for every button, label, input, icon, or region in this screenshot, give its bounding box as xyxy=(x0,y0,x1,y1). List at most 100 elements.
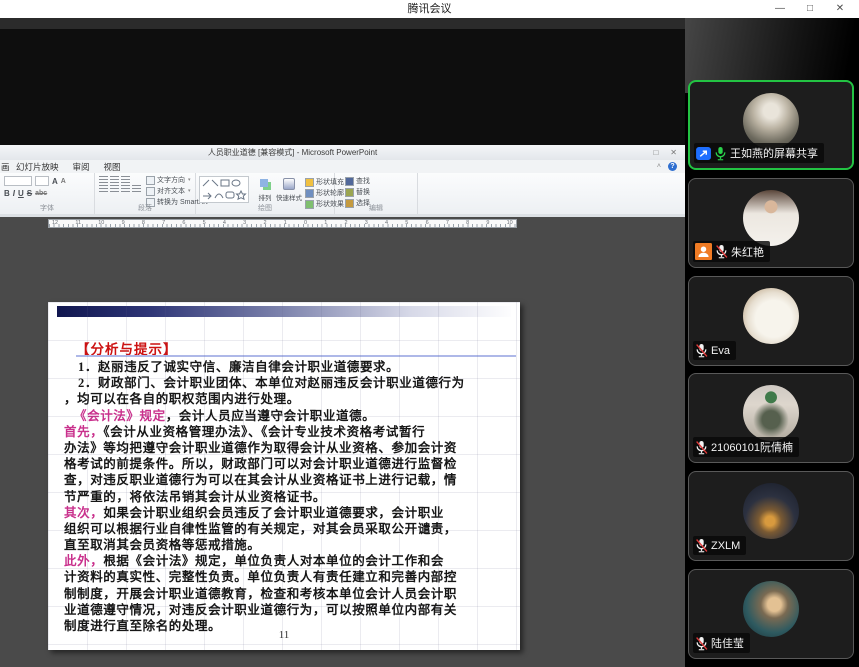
ruler-number: 10 xyxy=(507,220,513,227)
slide-text-line: ，均可以在各自的职权范围内进行处理。 xyxy=(64,391,512,407)
align-right-icon[interactable] xyxy=(121,185,130,192)
ppt-close-button[interactable]: ✕ xyxy=(670,148,677,157)
participant-name: Eva xyxy=(711,345,730,357)
slide-line-text: 组织可以根据行业自律性监管的有关规定，对其会员采取公开谴责， xyxy=(64,522,457,536)
ruler-number: 3 xyxy=(243,220,246,227)
slide-text-line: 计资料的真实性、完整性负责。单位负责人有责任建立和完善内部控 xyxy=(64,569,512,585)
drawing-menu-item-icon xyxy=(305,189,314,198)
slide-canvas: 【分析与提示】 1．赵丽违反了诚实守信、廉洁自律会计职业道德要求。2．财政部门、… xyxy=(48,302,520,650)
italic-icon[interactable]: I xyxy=(13,189,15,198)
shrink-font-icon[interactable]: A xyxy=(61,177,66,186)
drawing-button-label: 排列 xyxy=(259,192,272,202)
ruler-number: 5 xyxy=(405,220,408,227)
ppt-tab-row: 画 幻灯片放映审阅视图 ˄ ? xyxy=(0,160,685,174)
host-badge-icon xyxy=(695,243,712,260)
participant-tile[interactable]: 陆佳莹 xyxy=(688,569,854,659)
ppt-ribbon: A A B I U S abc 字体 xyxy=(0,173,685,215)
arrange-icon xyxy=(260,179,268,187)
slide-line-text: 业道德遵守情况，对违反会计职业道德行为，可以按照单位内部有关 xyxy=(64,603,457,617)
ruler-number: 8 xyxy=(466,220,469,227)
ruler-number: 2 xyxy=(345,220,348,227)
editing-menu-item[interactable]: 查找 xyxy=(345,177,417,186)
close-button[interactable]: ✕ xyxy=(825,0,855,18)
ppt-window-controls: □ ✕ xyxy=(653,145,677,160)
ppt-tab[interactable]: 视图 xyxy=(97,161,128,173)
shapes-gallery[interactable] xyxy=(199,176,249,203)
slide-page-number: 11 xyxy=(48,629,520,641)
participant-label: ZXLM xyxy=(693,536,746,555)
editing-menu-item-icon xyxy=(345,177,354,186)
ppt-titlebar: 人员职业道德 [兼容模式] - Microsoft PowerPoint □ ✕ xyxy=(0,145,685,161)
participant-label: 陆佳莹 xyxy=(693,633,750,653)
ruler-number: 9 xyxy=(486,220,489,227)
font-size-box[interactable] xyxy=(35,176,49,186)
strikethrough-icon[interactable]: S xyxy=(27,189,32,198)
participant-tile[interactable]: Eva xyxy=(688,276,854,366)
justify-icon[interactable] xyxy=(132,185,141,192)
participant-tile[interactable]: 朱红艳 xyxy=(688,178,854,268)
ribbon-group-drawing: 排列快速样式 形状填充形状轮廓形状效果 绘图 xyxy=(196,173,335,214)
participant-name: 陆佳莹 xyxy=(711,635,744,651)
participant-avatar-blonde-person-dark-suit xyxy=(743,581,799,637)
drawing-menu-item-icon xyxy=(305,178,314,187)
underline-icon[interactable]: U xyxy=(18,189,24,198)
editing-menu-item-icon xyxy=(345,188,354,197)
drawing-button-quick-styles[interactable]: 快速样式 xyxy=(277,176,301,202)
paragraph-menu-item-label: 文字方向 xyxy=(157,176,185,185)
slide-line-text: ，会计人员应当遵守会计职业道德。 xyxy=(166,409,376,423)
quick-styles-icon xyxy=(283,178,295,190)
ppt-tab-partial[interactable]: 画 xyxy=(1,161,9,173)
bold-icon[interactable]: B xyxy=(4,189,10,198)
participant-tile[interactable]: 王如燕的屏幕共享 xyxy=(688,80,854,170)
participant-avatar-woman-in-white-shirt xyxy=(743,190,799,246)
participant-tile[interactable]: 21060101阮倩楠 xyxy=(688,373,854,463)
slide-line-text: 直至取消其会员资格等惩戒措施。 xyxy=(64,538,261,552)
slide-line-text: 1．赵丽违反了诚实守信、廉洁自律会计职业道德要求。 xyxy=(78,360,399,374)
ruler-number: 6 xyxy=(182,220,185,227)
ribbon-collapse-icon[interactable]: ˄ xyxy=(657,160,661,173)
drawing-button-arrange[interactable]: 排列 xyxy=(253,176,277,202)
slide-text-line: 组织可以根据行业自律性监管的有关规定，对其会员采取公开谴责， xyxy=(64,521,512,537)
slide-text-line: 业道德遵守情况，对违反会计职业道德行为，可以按照单位内部有关 xyxy=(64,602,512,618)
numbered-list-icon[interactable] xyxy=(110,176,119,183)
mic-muted-icon xyxy=(715,244,728,259)
slide-accent-text: 《会计法》规定 xyxy=(74,409,166,423)
ruler-number: 7 xyxy=(446,220,449,227)
ribbon-group-paragraph: 文字方向对齐文本转换为 SmartArt 段落 xyxy=(95,173,196,214)
bullet-list-icon[interactable] xyxy=(99,176,108,183)
participant-name: 21060101阮倩楠 xyxy=(711,439,793,455)
align-left-icon[interactable] xyxy=(99,185,108,192)
font-name-box[interactable] xyxy=(4,176,32,186)
participant-label: 王如燕的屏幕共享 xyxy=(694,143,824,163)
participant-label: 21060101阮倩楠 xyxy=(693,437,799,457)
slide-line-text: 查，对违反职业道德行为可以在其会计从业资格证书上进行记载，情 xyxy=(64,473,457,487)
slide-line-text: 办法》等均把遵守会计职业道德作为取得会计从业资格、参加会计资 xyxy=(64,441,457,455)
align-center-icon[interactable] xyxy=(110,185,119,192)
ribbon-group-font: A A B I U S abc 字体 xyxy=(0,173,95,214)
paragraph-menu-item-label: 对齐文本 xyxy=(157,187,185,196)
ppt-restore-button[interactable]: □ xyxy=(653,148,658,157)
ppt-tab[interactable]: 审阅 xyxy=(66,161,97,173)
ruler-number: 5 xyxy=(203,220,206,227)
ppt-tab[interactable]: 幻灯片放映 xyxy=(9,161,66,173)
grow-font-icon[interactable]: A xyxy=(52,177,58,186)
indent-icon[interactable] xyxy=(121,176,130,183)
screen-share-view: 人员职业道德 [兼容模式] - Microsoft PowerPoint □ ✕… xyxy=(0,18,685,667)
mic-muted-icon xyxy=(695,343,708,358)
help-icon[interactable]: ? xyxy=(668,162,677,171)
maximize-button[interactable]: □ xyxy=(795,0,825,18)
participant-tile[interactable]: ZXLM xyxy=(688,471,854,561)
clear-format-icon[interactable]: abc xyxy=(35,189,47,198)
ruler-number: 12 xyxy=(52,220,58,227)
participant-name: ZXLM xyxy=(711,540,740,552)
window-controls: — □ ✕ xyxy=(765,0,855,18)
participant-avatar-person-with-green-cap xyxy=(743,385,799,441)
drawing-button-label: 快速样式 xyxy=(276,192,302,202)
ruler-number: 7 xyxy=(162,220,165,227)
screen-share-badge-icon xyxy=(696,147,711,160)
minimize-button[interactable]: — xyxy=(765,0,795,18)
editing-menu-item[interactable]: 替换 xyxy=(345,188,417,197)
slide-line-text: 制制度，开展会计职业道德教育，检查和考核本单位会计人员会计职 xyxy=(64,587,457,601)
horizontal-ruler[interactable]: 121110987654321012345678910 xyxy=(48,219,517,228)
mic-muted-icon xyxy=(695,538,708,553)
